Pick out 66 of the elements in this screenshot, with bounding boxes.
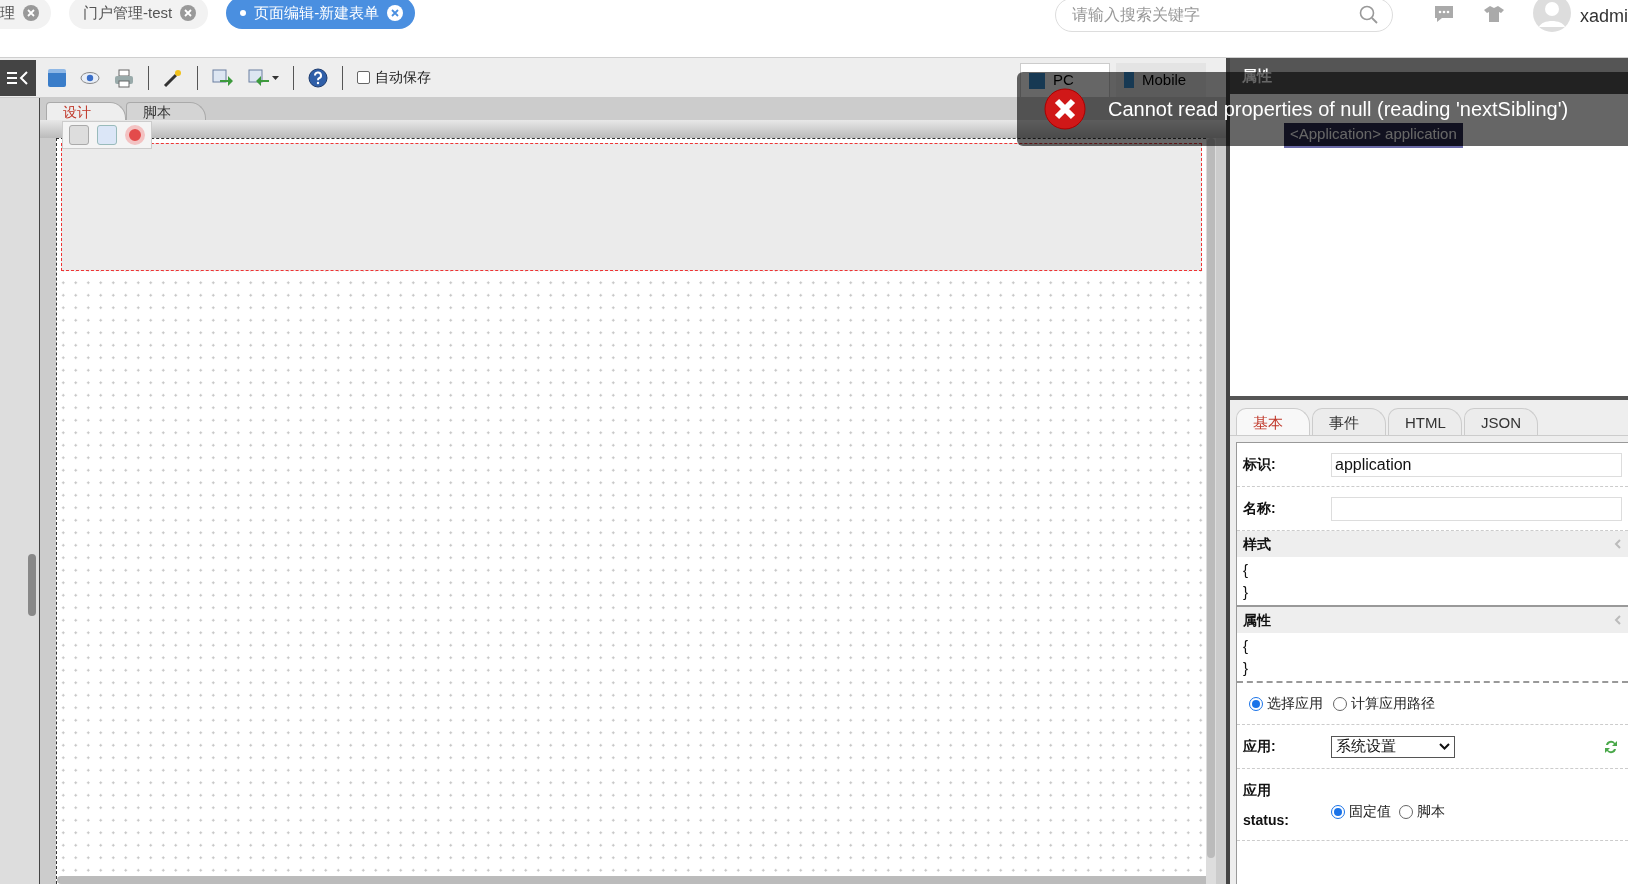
import-icon[interactable] [212, 67, 234, 88]
search-field[interactable]: 请输入搜索关键字 [1055, 0, 1393, 32]
code-line: } [1243, 658, 1248, 678]
property-tab[interactable]: JSON [1464, 408, 1538, 435]
page-tab[interactable]: 理 [0, 0, 51, 29]
error-icon [1044, 88, 1086, 130]
help-icon[interactable] [308, 67, 328, 88]
caret-icon[interactable] [272, 75, 279, 80]
device-tab[interactable]: PC [1020, 63, 1110, 97]
close-icon[interactable] [180, 5, 197, 21]
printer-icon[interactable] [114, 67, 134, 88]
field-label: 名称: [1243, 499, 1277, 518]
select-field[interactable]: 系统设置 [1331, 735, 1455, 758]
radio-button[interactable] [1333, 696, 1347, 711]
collapse-icon[interactable] [1614, 615, 1622, 625]
collapse-icon[interactable] [1614, 539, 1622, 549]
delete-icon[interactable] [125, 125, 145, 145]
checkbox-label: 自动保存 [375, 68, 431, 87]
section-header[interactable]: 样式 [1237, 531, 1628, 557]
radio-button[interactable] [1331, 804, 1345, 819]
radio-label: 脚本 [1417, 802, 1445, 821]
eye-icon[interactable] [80, 70, 100, 85]
code-line: { [1243, 636, 1248, 656]
close-icon[interactable] [23, 5, 39, 21]
menu-icon [7, 71, 17, 84]
text-field[interactable] [1331, 496, 1622, 521]
editor-tab[interactable]: 脚本 [126, 102, 206, 120]
section-title: 样式 [1243, 534, 1271, 554]
property-tab[interactable]: 基本 [1236, 408, 1310, 435]
code-line: } [1243, 582, 1248, 602]
radio-button[interactable] [1399, 804, 1413, 819]
section-title: 属性 [1243, 610, 1271, 630]
refresh-icon[interactable] [1604, 738, 1618, 755]
field-label: 应用: [1243, 737, 1277, 756]
monitor-icon [1029, 72, 1045, 89]
radio-button[interactable] [1249, 696, 1263, 711]
field-label: 标识: [1243, 455, 1277, 474]
horizontal-scrollbar[interactable] [57, 876, 1206, 884]
search-icon[interactable] [1359, 5, 1379, 25]
error-message: Cannot read properties of null (reading 'nextSibling') [1108, 97, 1569, 122]
shirt-icon[interactable] [1483, 5, 1505, 23]
radio-label: 选择应用 [1267, 694, 1323, 713]
panel-title: 属性 [1242, 65, 1272, 86]
scrollbar-thumb[interactable] [28, 554, 36, 616]
editor-tab[interactable]: 设计 [46, 102, 126, 120]
code-line: { [1243, 560, 1248, 580]
vertical-scrollbar[interactable] [1207, 138, 1215, 858]
magic-wand-icon[interactable] [163, 67, 183, 88]
menu-collapse-button[interactable] [0, 59, 36, 96]
chat-icon[interactable] [1433, 5, 1455, 23]
save-icon[interactable] [48, 68, 66, 87]
property-tab[interactable]: HTML [1388, 408, 1462, 435]
section-header[interactable]: 属性 [1237, 607, 1628, 633]
chevron-left-icon [19, 70, 29, 85]
property-tab[interactable]: 事件 [1312, 408, 1386, 435]
radio-label: 固定值 [1349, 802, 1391, 821]
design-canvas[interactable] [56, 138, 1206, 884]
user-name[interactable]: xadmi [1580, 3, 1628, 30]
text-field[interactable]: application [1331, 452, 1622, 477]
page-tab[interactable]: 门户管理-test [69, 0, 209, 29]
checkbox[interactable] [357, 71, 370, 84]
chevron-down-icon [1439, 743, 1450, 750]
field-label: 应用 status: [1243, 780, 1290, 830]
phone-icon [1124, 72, 1134, 88]
radio-label: 计算应用路径 [1351, 694, 1435, 713]
close-icon[interactable] [387, 5, 404, 21]
